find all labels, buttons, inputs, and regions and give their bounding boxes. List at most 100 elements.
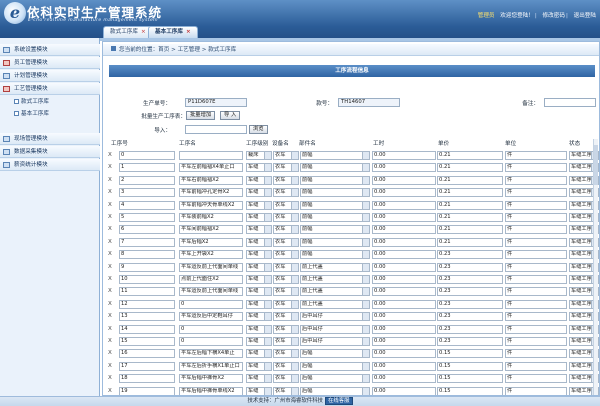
sidebar-item-salary[interactable]: 薪资统计模块: [0, 159, 100, 171]
part-select[interactable]: 前上代盖: [300, 275, 370, 284]
unit-field[interactable]: 件: [505, 151, 567, 160]
part-select[interactable]: 前上代盖: [300, 299, 370, 309]
part-select[interactable]: 前幅: [300, 213, 370, 222]
unit-field[interactable]: 件: [505, 337, 567, 346]
process-name-field[interactable]: 平车运反前上代面间单线: [179, 287, 243, 297]
delete-row-icon[interactable]: X: [108, 275, 113, 284]
work-time-field[interactable]: 0.00: [372, 361, 436, 371]
equipment-select[interactable]: 衣车: [273, 287, 299, 297]
delete-row-icon[interactable]: X: [108, 349, 113, 358]
unit-field[interactable]: 件: [505, 299, 567, 309]
unit-price-field[interactable]: 0.21: [437, 213, 503, 222]
work-time-field[interactable]: 0.00: [372, 374, 436, 384]
unit-field[interactable]: 件: [505, 200, 567, 210]
unit-price-field[interactable]: 0.21: [437, 200, 503, 210]
work-time-field[interactable]: 0.00: [372, 250, 436, 260]
process-name-field[interactable]: 0: [179, 324, 243, 334]
work-time-field[interactable]: 0.00: [372, 163, 436, 173]
process-no-field[interactable]: 8: [119, 250, 175, 260]
equipment-select[interactable]: 衣车: [273, 250, 299, 260]
work-time-field[interactable]: 0.00: [372, 349, 436, 359]
unit-price-field[interactable]: 0.23: [437, 337, 503, 346]
equipment-select[interactable]: 衣车: [273, 151, 299, 160]
equipment-select[interactable]: 衣车: [273, 374, 299, 384]
process-no-field[interactable]: 6: [119, 225, 175, 235]
part-select[interactable]: 后中耳仔: [300, 312, 370, 322]
part-select[interactable]: 后幅: [300, 361, 370, 371]
delete-row-icon[interactable]: X: [108, 225, 113, 234]
unit-field[interactable]: 件: [505, 188, 567, 198]
unit-field[interactable]: 件: [505, 287, 567, 297]
tab-style-process[interactable]: 款式工序库 ×: [103, 26, 153, 38]
unit-field[interactable]: 件: [505, 275, 567, 284]
part-select[interactable]: 后中耳仔: [300, 337, 370, 346]
unit-field[interactable]: 件: [505, 262, 567, 272]
unit-price-field[interactable]: 0.15: [437, 361, 503, 371]
equipment-select[interactable]: 衣车: [273, 324, 299, 334]
process-level-select[interactable]: 车缝: [246, 262, 272, 272]
sidebar-subitem-basic-process[interactable]: 基本工序库: [14, 109, 49, 120]
process-name-field[interactable]: 平车前幅冲孔定骨X2: [179, 188, 243, 198]
process-level-select[interactable]: 车缝: [246, 374, 272, 384]
work-time-field[interactable]: 0.00: [372, 324, 436, 334]
process-no-field[interactable]: 4: [119, 200, 175, 210]
process-no-field[interactable]: 15: [119, 337, 175, 346]
batch-add-button[interactable]: 批量增加: [186, 111, 216, 120]
sidebar-item-staff[interactable]: 员工管理模块: [0, 57, 100, 69]
equipment-select[interactable]: 衣车: [273, 262, 299, 272]
unit-field[interactable]: 件: [505, 175, 567, 185]
process-level-select[interactable]: 车缝: [246, 237, 272, 247]
process-name-field[interactable]: 平车左前幅褶X4单止口: [179, 163, 243, 173]
process-level-select[interactable]: 裁床: [246, 151, 272, 160]
delete-row-icon[interactable]: X: [108, 176, 113, 185]
equipment-select[interactable]: 衣车: [273, 361, 299, 371]
close-icon[interactable]: ×: [186, 29, 191, 35]
unit-price-field[interactable]: 0.15: [437, 349, 503, 359]
delete-row-icon[interactable]: X: [108, 213, 113, 222]
unit-price-field[interactable]: 0.23: [437, 262, 503, 272]
unit-field[interactable]: 件: [505, 163, 567, 173]
delete-row-icon[interactable]: X: [108, 250, 113, 259]
process-name-field[interactable]: 平车左后幅下横X4单止: [179, 349, 243, 359]
process-name-field[interactable]: 点前上代面住X2: [179, 275, 243, 284]
unit-price-field[interactable]: 0.23: [437, 299, 503, 309]
process-name-field[interactable]: 平车后幅中裤骨单线X2: [179, 386, 243, 395]
delete-row-icon[interactable]: X: [108, 387, 113, 395]
process-name-field[interactable]: 平车后幅中裤骨X2: [179, 374, 243, 384]
work-time-field[interactable]: 0.00: [372, 237, 436, 247]
part-select[interactable]: 前幅: [300, 188, 370, 198]
online-service-badge[interactable]: 在线客服: [324, 397, 353, 405]
equipment-select[interactable]: 衣车: [273, 213, 299, 222]
process-name-field[interactable]: 平车左后折手横X1单止口: [179, 361, 243, 371]
sidebar-item-plan[interactable]: 计划管理模块: [0, 70, 100, 82]
work-time-field[interactable]: 0.00: [372, 262, 436, 272]
equipment-select[interactable]: 衣车: [273, 200, 299, 210]
unit-field[interactable]: 件: [505, 237, 567, 247]
work-time-field[interactable]: 0.00: [372, 200, 436, 210]
unit-field[interactable]: 件: [505, 349, 567, 359]
process-no-field[interactable]: 2: [119, 175, 175, 185]
process-name-field[interactable]: 平车右前幅褶X2: [179, 175, 243, 185]
process-no-field[interactable]: 13: [119, 312, 175, 322]
unit-price-field[interactable]: 0.21: [437, 163, 503, 173]
equipment-select[interactable]: 衣车: [273, 175, 299, 185]
equipment-select[interactable]: 衣车: [273, 386, 299, 395]
process-no-field[interactable]: 19: [119, 386, 175, 395]
unit-price-field[interactable]: 0.21: [437, 151, 503, 160]
work-time-field[interactable]: 0.00: [372, 287, 436, 297]
equipment-select[interactable]: 衣车: [273, 349, 299, 359]
sidebar-item-onsite[interactable]: 现场管理模块: [0, 133, 100, 145]
work-time-field[interactable]: 0.00: [372, 225, 436, 235]
process-level-select[interactable]: 车缝: [246, 349, 272, 359]
unit-field[interactable]: 件: [505, 386, 567, 395]
delete-row-icon[interactable]: X: [108, 362, 113, 371]
delete-row-icon[interactable]: X: [108, 312, 113, 321]
process-level-select[interactable]: 车缝: [246, 386, 272, 395]
delete-row-icon[interactable]: X: [108, 337, 113, 346]
delete-row-icon[interactable]: X: [108, 300, 113, 309]
import-file-field[interactable]: [185, 125, 247, 134]
work-time-field[interactable]: 0.00: [372, 175, 436, 185]
process-level-select[interactable]: 车缝: [246, 225, 272, 235]
browse-button[interactable]: 浏览: [249, 125, 268, 134]
work-time-field[interactable]: 0.00: [372, 386, 436, 395]
